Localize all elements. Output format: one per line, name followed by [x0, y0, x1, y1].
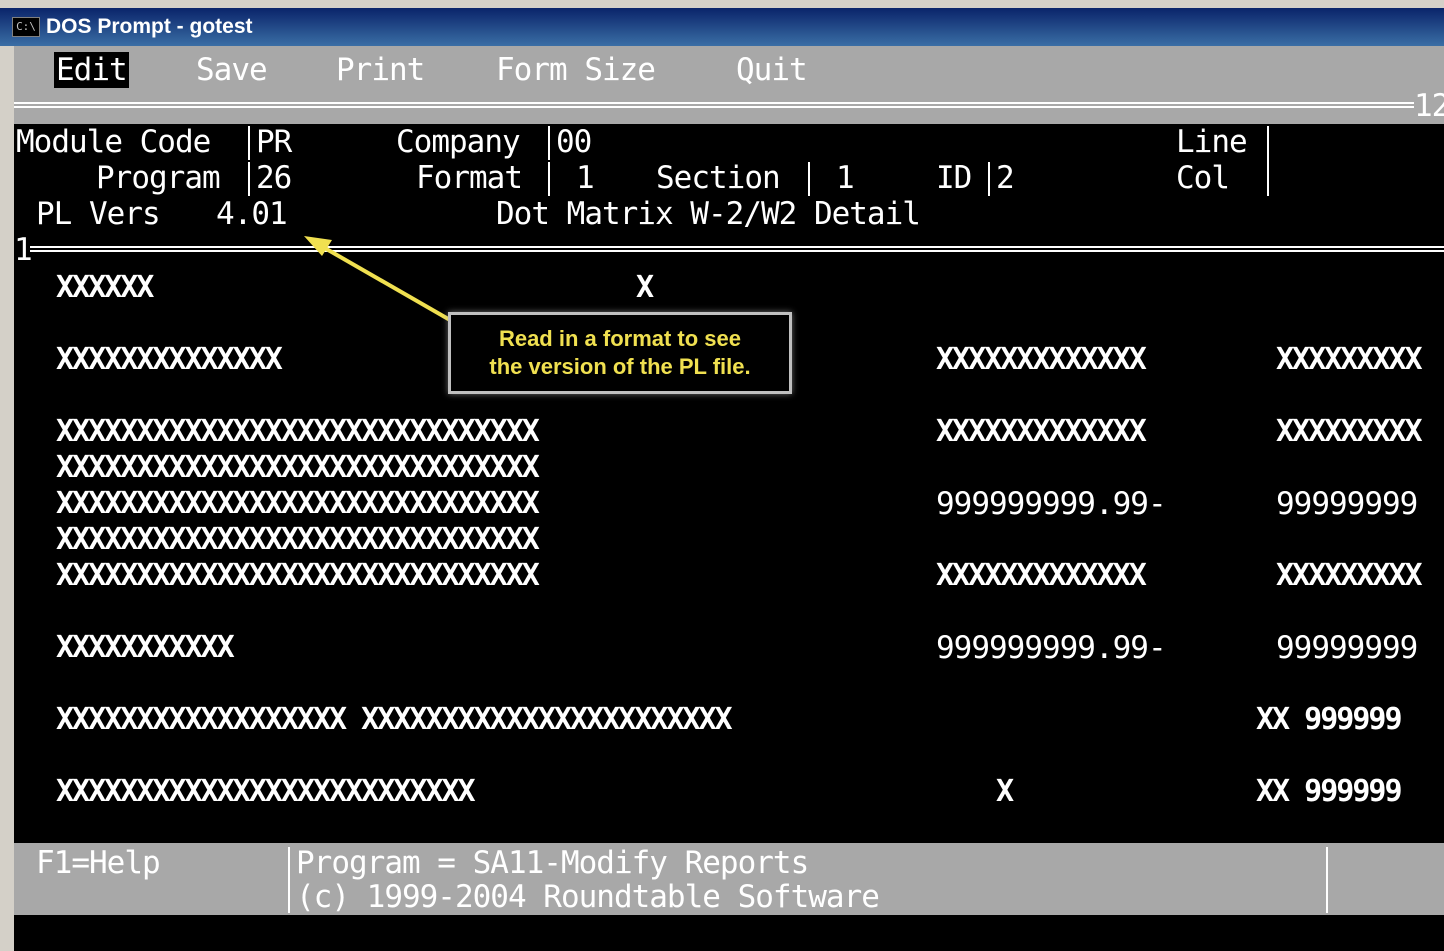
annotation-arrow: [304, 236, 451, 322]
arrow-head: [304, 236, 332, 256]
window-frame: [0, 46, 14, 951]
callout-line-1: Read in a format to see: [498, 326, 742, 351]
annotation-callout: Read in a format to see the version of t…: [448, 312, 792, 394]
console-area: Edit Save Print Form Size Quit 12 Module…: [14, 46, 1444, 951]
window-title: DOS Prompt - gotest: [46, 15, 253, 38]
title-bar: C:\ DOS Prompt - gotest: [0, 0, 1444, 46]
callout-line-2: the version of the PL file.: [489, 354, 751, 379]
arrow-shaft: [315, 241, 451, 322]
console-icon: C:\: [12, 17, 40, 37]
